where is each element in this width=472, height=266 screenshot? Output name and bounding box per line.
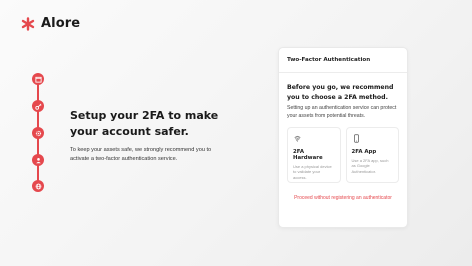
option-description: Use a 2FA app, such as Google Authentica…	[351, 158, 389, 174]
option-title: 2FA Hardware	[293, 149, 323, 161]
method-options: 2FA Hardware Use a physical device to va…	[287, 127, 399, 183]
option-title: 2FA App	[351, 149, 377, 155]
option-description: Use a physical device to validate your a…	[293, 164, 332, 180]
card-heading: Before you go, we recommend you to choos…	[287, 84, 394, 101]
card-subtext: Setting up an authentication service can…	[287, 105, 397, 119]
step-key[interactable]	[32, 100, 44, 112]
calendar-icon	[34, 76, 42, 83]
brand: Alore	[21, 16, 80, 31]
card-header: Two-Factor Authentication	[279, 48, 407, 73]
step-indicator	[31, 72, 45, 192]
page-title: Setup your 2FA to make your account safe…	[70, 109, 219, 138]
step-globe[interactable]	[32, 180, 44, 192]
option-2fa-hardware[interactable]: 2FA Hardware Use a physical device to va…	[287, 127, 341, 183]
brand-name: Alore	[41, 16, 81, 31]
two-factor-card: Two-Factor Authentication Before you go,…	[278, 47, 408, 228]
fingerprint-icon	[294, 135, 301, 142]
step-user[interactable]	[32, 154, 44, 166]
option-2fa-app[interactable]: 2FA App Use a 2FA app, such as Google Au…	[345, 127, 399, 183]
key-icon	[34, 103, 41, 110]
user-icon	[35, 157, 41, 163]
step-calendar[interactable]	[32, 73, 44, 85]
page-description: To keep your assets safe, we strongly re…	[70, 147, 212, 162]
asterisk-logo-icon	[21, 16, 35, 31]
globe-icon	[35, 183, 41, 189]
gear-icon	[35, 130, 41, 136]
skip-authenticator-link[interactable]: Proceed without registering an authentic…	[279, 195, 407, 201]
step-gear[interactable]	[32, 127, 44, 139]
smartphone-icon	[353, 134, 359, 143]
